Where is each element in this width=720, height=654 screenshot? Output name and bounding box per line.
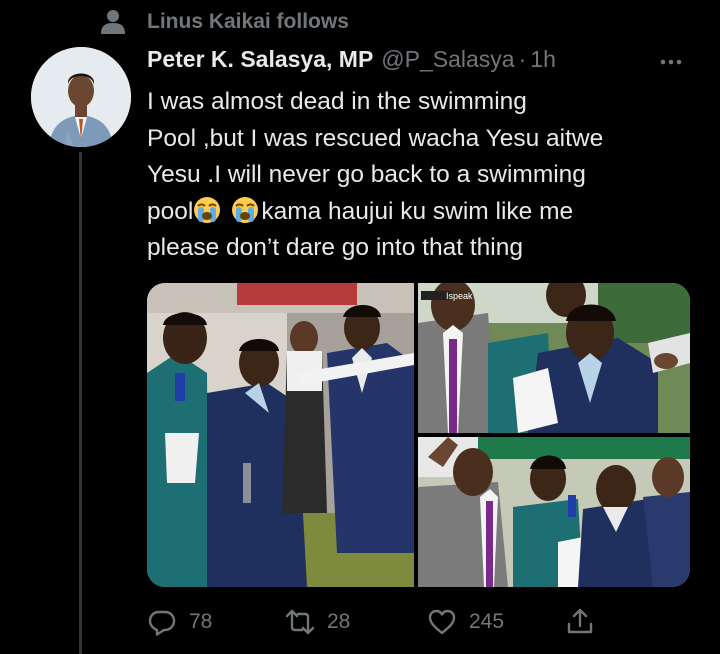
thread-line xyxy=(79,152,82,654)
reply-count: 78 xyxy=(189,610,213,633)
media-photo-1[interactable] xyxy=(147,283,414,587)
like-count: 245 xyxy=(469,610,505,633)
social-context-text[interactable]: Linus Kaikai follows xyxy=(147,10,349,34)
retweet-count: 28 xyxy=(327,610,351,633)
tweet-action-bar: 78 28 245 xyxy=(147,600,707,644)
avatar[interactable] xyxy=(31,47,131,147)
tweet-text: I was almost dead in the swimming Pool ,… xyxy=(147,84,707,267)
reply-button[interactable]: 78 xyxy=(147,600,212,644)
retweet-button[interactable]: 28 xyxy=(285,600,350,644)
loudly-crying-face-icon xyxy=(194,196,221,223)
media-watermark: Ispeak xyxy=(446,291,473,301)
author-handle[interactable]: @P_Salasya xyxy=(381,46,514,73)
media-photo-3[interactable] xyxy=(418,437,690,587)
share-button[interactable] xyxy=(565,600,607,644)
heart-icon xyxy=(428,609,456,635)
tweet-header: Peter K. Salasya, MP @P_Salasya · 1h xyxy=(147,46,556,73)
media-photo-2[interactable]: Ispeak xyxy=(418,283,690,433)
like-button[interactable]: 245 xyxy=(427,600,504,644)
reply-icon xyxy=(148,610,176,636)
more-options-icon[interactable] xyxy=(656,52,686,72)
author-name[interactable]: Peter K. Salasya, MP xyxy=(147,46,373,73)
retweet-icon xyxy=(285,609,315,635)
person-icon xyxy=(101,10,125,34)
separator-dot: · xyxy=(518,46,527,72)
loudly-crying-face-icon xyxy=(232,196,259,223)
tweet-time[interactable]: 1h xyxy=(530,46,556,73)
share-icon xyxy=(567,608,593,634)
media-grid[interactable]: Ispeak xyxy=(147,283,690,587)
